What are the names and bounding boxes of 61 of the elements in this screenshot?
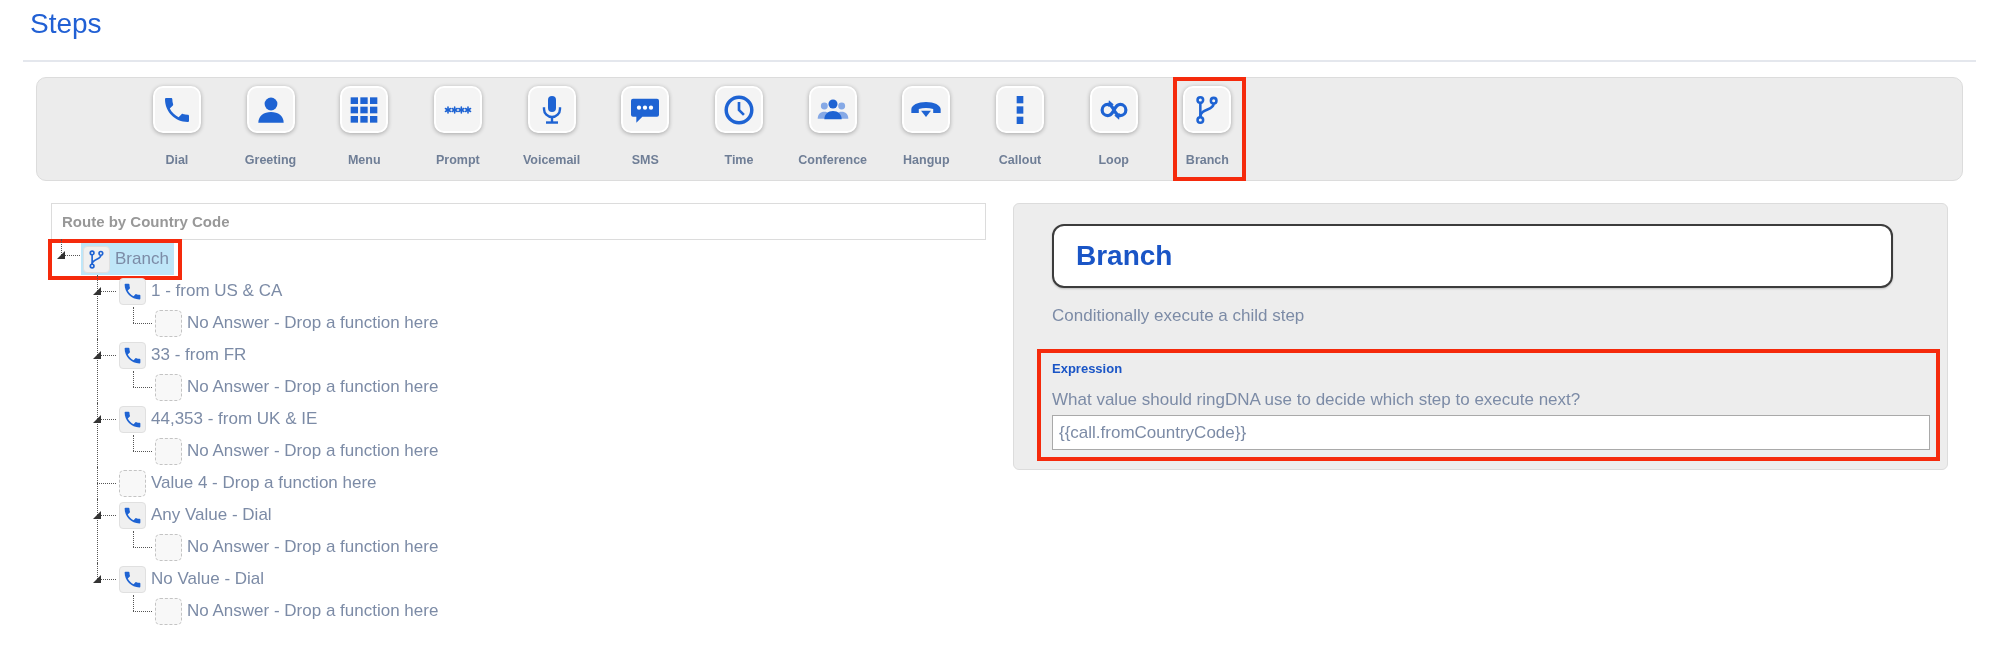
tree-node[interactable]: 44,353 - from UK & IE (117, 403, 323, 435)
tree-node[interactable]: No Answer - Drop a function here (153, 595, 444, 627)
step-button[interactable]: Hangup (879, 78, 974, 180)
people-group-icon (808, 86, 857, 133)
phone-icon (152, 86, 201, 133)
branch-icon (1183, 86, 1232, 133)
field-label: Expression (1052, 361, 1124, 377)
step-description: Conditionally execute a child step (1052, 305, 1306, 327)
step-button[interactable]: Callout (973, 78, 1067, 180)
chat-bubble-icon (621, 86, 670, 133)
expander-icon[interactable] (93, 287, 101, 295)
empty-slot-icon (155, 597, 182, 625)
tree-node[interactable]: Branch (81, 243, 174, 275)
empty-slot-icon (155, 309, 182, 337)
tree-node[interactable]: No Answer - Drop a function here (153, 307, 444, 339)
expander-icon[interactable] (93, 415, 101, 423)
vertical-squares-icon (996, 86, 1045, 133)
tree-node[interactable]: No Answer - Drop a function here (153, 371, 444, 403)
field-description: What value should ringDNA use to decide which step to execute next? (1052, 389, 1582, 411)
step-button[interactable]: Dial (130, 78, 224, 180)
tree-node[interactable]: Value 4 - Drop a function here (117, 467, 382, 499)
page-title: Steps (29, 7, 102, 41)
step-button[interactable]: Greeting (223, 78, 318, 180)
phone-icon (119, 405, 146, 433)
expander-icon[interactable] (93, 575, 101, 583)
step-button[interactable]: Branch (1160, 78, 1255, 180)
loop-arrows-icon (1089, 86, 1138, 133)
asterisks-icon (433, 86, 482, 133)
step-button[interactable]: Prompt (411, 78, 505, 180)
phone-icon (119, 565, 146, 593)
tree-node[interactable]: No Answer - Drop a function here (153, 531, 444, 563)
step-title: Branch (1052, 224, 1893, 288)
clock-icon (714, 86, 763, 133)
branch-icon (83, 245, 110, 273)
grid-icon (340, 86, 389, 133)
step-button[interactable]: Menu (317, 78, 412, 180)
tree-node[interactable]: No Value - Dial (117, 563, 270, 595)
empty-slot-icon (155, 437, 182, 465)
tree-node[interactable]: No Answer - Drop a function here (153, 435, 444, 467)
step-button[interactable]: SMS (598, 78, 693, 180)
empty-slot-icon (155, 533, 182, 561)
hangup-icon (902, 86, 951, 133)
person-icon (246, 86, 295, 133)
phone-icon (119, 277, 146, 305)
phone-icon (119, 501, 146, 529)
step-button[interactable]: Time (692, 78, 786, 180)
microphone-icon (527, 86, 576, 133)
expander-icon[interactable] (57, 251, 65, 259)
tree-node[interactable]: 33 - from FR (117, 339, 252, 371)
step-button[interactable]: Loop (1066, 78, 1161, 180)
step-button[interactable]: Voicemail (504, 78, 599, 180)
step-button[interactable]: Conference (785, 78, 880, 180)
tree-node[interactable]: 1 - from US & CA (117, 275, 288, 307)
expression-field[interactable]: {{call.fromCountryCode}} (1052, 415, 1930, 450)
empty-slot-icon (155, 373, 182, 401)
phone-icon (119, 341, 146, 369)
empty-slot-icon (119, 469, 146, 497)
expander-icon[interactable] (93, 351, 101, 359)
tree-node[interactable]: Any Value - Dial (117, 499, 277, 531)
tree-title: Route by Country Code (51, 203, 986, 240)
expander-icon[interactable] (93, 511, 101, 519)
